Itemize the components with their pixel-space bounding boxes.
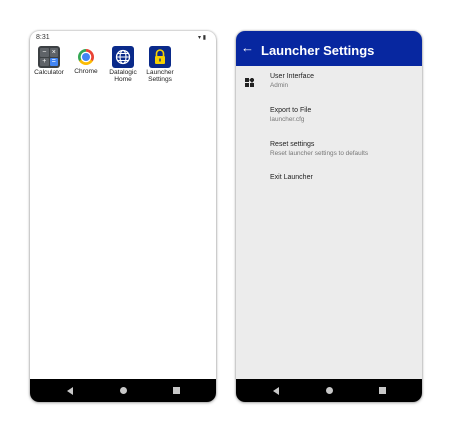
app-launcher-settings[interactable]: Launcher Settings [142, 46, 178, 84]
back-triangle-icon [67, 386, 73, 395]
home-circle-icon [119, 387, 127, 394]
nav-back-button[interactable] [60, 379, 80, 402]
calc-key-equals: = [49, 57, 58, 66]
setting-exit-launcher[interactable]: Exit Launcher [270, 174, 313, 181]
status-bar: 8:31 ▾ ▮ [30, 31, 216, 43]
recents-square-icon [172, 387, 180, 394]
status-icons: ▾ ▮ [198, 35, 206, 41]
app-label: Datalogic Home [109, 69, 137, 84]
calculator-icon: − × + = [38, 46, 60, 68]
navigation-bar [236, 379, 422, 402]
app-calculator[interactable]: − × + = Calculator [31, 46, 67, 76]
setting-user-interface[interactable]: User Interface Admin [270, 73, 314, 89]
setting-title: Export to File [270, 107, 312, 114]
app-chrome[interactable]: Chrome [68, 46, 104, 75]
home-screen-phone: 8:31 ▾ ▮ − × + = Calculator Chrome Datal… [30, 31, 216, 402]
setting-subtitle: Admin [270, 82, 289, 89]
back-arrow-icon[interactable]: ← [241, 40, 254, 55]
home-circle-icon [325, 387, 333, 394]
calc-key-minus: − [40, 48, 49, 57]
status-time: 8:31 [36, 34, 50, 41]
nav-home-button[interactable] [319, 379, 339, 402]
dashboard-icon [245, 78, 254, 87]
back-triangle-icon [273, 386, 279, 395]
setting-subtitle: Reset launcher settings to defaults [270, 150, 369, 157]
setting-title: Reset settings [270, 141, 315, 148]
setting-title: Exit Launcher [270, 174, 313, 181]
setting-export-to-file[interactable]: Export to File launcher.cfg [270, 107, 311, 123]
page-title: Launcher Settings [261, 43, 375, 58]
app-label: Calculator [34, 69, 64, 76]
setting-subtitle: launcher.cfg [270, 116, 305, 123]
setting-title: User Interface [270, 73, 314, 80]
navigation-bar [30, 379, 216, 402]
nav-recents-button[interactable] [166, 379, 186, 402]
app-datalogic-home[interactable]: Datalogic Home [105, 46, 141, 84]
recents-square-icon [378, 387, 386, 394]
app-bar: ← Launcher Settings [236, 31, 422, 66]
lock-icon [149, 46, 171, 68]
nav-home-button[interactable] [113, 379, 133, 402]
calc-key-plus: + [40, 57, 49, 66]
nav-back-button[interactable] [266, 379, 286, 402]
setting-reset-settings[interactable]: Reset settings Reset launcher settings t… [270, 141, 368, 157]
chrome-icon [78, 49, 94, 65]
globe-icon [112, 46, 134, 68]
launcher-settings-phone: ← Launcher Settings User Interface Admin… [236, 31, 422, 402]
calc-key-times: × [49, 48, 58, 57]
app-label: Chrome [74, 68, 98, 75]
nav-recents-button[interactable] [372, 379, 392, 402]
app-label: Launcher Settings [146, 69, 174, 84]
